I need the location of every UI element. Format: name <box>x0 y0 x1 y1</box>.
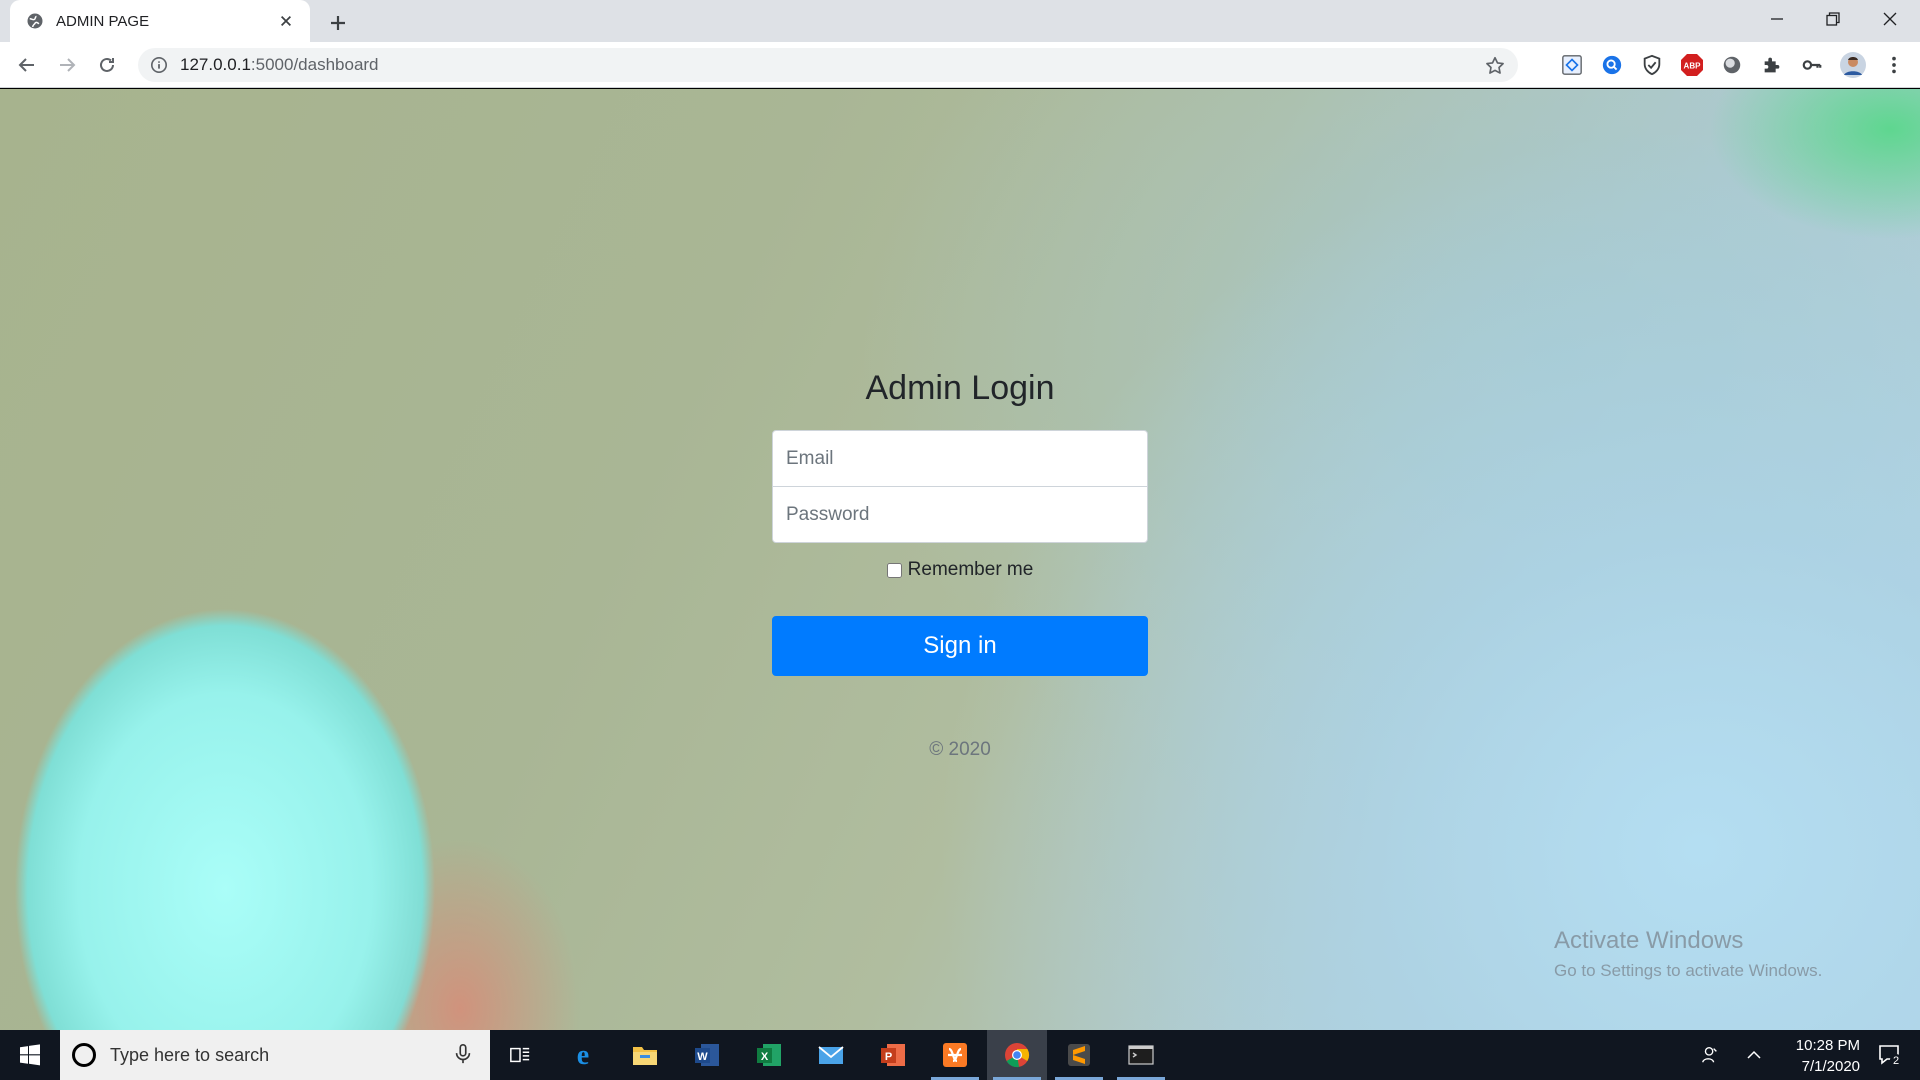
tab-title: ADMIN PAGE <box>56 12 150 30</box>
taskbar: Type here to search e W X P 10:28 PM 7/1… <box>0 1030 1920 1080</box>
browser-tab[interactable]: ADMIN PAGE <box>10 0 310 42</box>
people-icon[interactable] <box>1690 1030 1730 1080</box>
svg-text:X: X <box>761 1051 769 1063</box>
watermark-subtitle: Go to Settings to activate Windows. <box>1554 961 1823 980</box>
file-explorer-icon[interactable] <box>615 1030 675 1080</box>
bookmark-star-icon[interactable] <box>1484 55 1506 77</box>
svg-text:e: e <box>577 1041 589 1069</box>
circle-extension-icon[interactable] <box>1720 53 1744 77</box>
reload-icon[interactable] <box>91 49 123 81</box>
key-icon[interactable] <box>1800 53 1824 77</box>
chevron-up-icon[interactable] <box>1738 1030 1770 1080</box>
info-icon[interactable] <box>150 56 168 74</box>
terminal-icon[interactable] <box>1111 1030 1171 1080</box>
taskbar-search[interactable]: Type here to search <box>60 1030 490 1080</box>
windows-start-icon[interactable] <box>0 1030 60 1080</box>
sublime-icon[interactable] <box>1049 1030 1109 1080</box>
shield-extension-icon[interactable] <box>1640 53 1664 77</box>
url-path: :5000/dashboard <box>250 55 379 74</box>
url-host: 127.0.0.1 <box>180 55 251 74</box>
clock-time: 10:28 PM <box>1795 1037 1860 1054</box>
adblock-icon[interactable]: ABP <box>1680 53 1704 77</box>
edge-icon[interactable]: e <box>553 1030 613 1080</box>
cast-icon[interactable] <box>1560 53 1584 77</box>
email-field[interactable] <box>772 430 1148 487</box>
remember-me-checkbox[interactable] <box>886 562 902 578</box>
new-tab-icon[interactable] <box>324 9 352 37</box>
watermark-title: Activate Windows <box>1554 927 1744 954</box>
remember-me[interactable]: Remember me <box>772 559 1148 581</box>
word-icon[interactable]: W <box>677 1030 737 1080</box>
login-heading: Admin Login <box>865 369 1055 407</box>
minimize-icon[interactable] <box>1749 0 1805 38</box>
profile-avatar[interactable] <box>1840 52 1866 78</box>
url-text: 127.0.0.1:5000/dashboard <box>180 55 379 75</box>
taskbar-search-placeholder: Type here to search <box>110 1044 270 1065</box>
notification-count: 2 <box>1893 1055 1899 1067</box>
password-field[interactable] <box>772 486 1148 543</box>
notification-center-icon[interactable]: 2 <box>1866 1030 1914 1080</box>
browser-toolbar: 127.0.0.1:5000/dashboard ABP <box>0 42 1920 88</box>
task-view-icon[interactable] <box>490 1030 550 1080</box>
xampp-icon[interactable] <box>925 1030 985 1080</box>
address-bar[interactable]: 127.0.0.1:5000/dashboard <box>138 48 1518 82</box>
taskbar-clock[interactable]: 10:28 PM 7/1/2020 <box>1770 1035 1860 1077</box>
tab-strip: ADMIN PAGE <box>0 0 1920 42</box>
tab-close-icon[interactable] <box>276 11 296 31</box>
svg-text:P: P <box>885 1051 892 1063</box>
sign-in-button[interactable]: Sign in <box>772 616 1148 676</box>
svg-text:W: W <box>697 1051 708 1063</box>
mail-icon[interactable] <box>801 1030 861 1080</box>
powerpoint-icon[interactable]: P <box>863 1030 923 1080</box>
microphone-icon[interactable] <box>452 1043 476 1067</box>
cortana-icon <box>72 1043 96 1067</box>
excel-icon[interactable]: X <box>739 1030 799 1080</box>
close-window-icon[interactable] <box>1862 0 1918 38</box>
search-extension-icon[interactable] <box>1600 53 1624 77</box>
activate-windows-watermark: Activate Windows Go to Settings to activ… <box>1554 927 1822 981</box>
forward-arrow-icon[interactable] <box>51 49 83 81</box>
restore-icon[interactable] <box>1805 0 1861 38</box>
menu-dots-icon[interactable] <box>1882 53 1906 77</box>
puzzle-icon[interactable] <box>1760 53 1784 77</box>
svg-text:ABP: ABP <box>1684 62 1702 71</box>
page-viewport: Admin Login Remember me Sign in © 2020 A… <box>0 89 1920 1030</box>
remember-me-label: Remember me <box>907 559 1034 580</box>
globe-icon <box>26 12 44 30</box>
copyright-text: © 2020 <box>929 739 991 760</box>
back-arrow-icon[interactable] <box>11 49 43 81</box>
chrome-icon[interactable] <box>987 1030 1047 1080</box>
clock-date: 7/1/2020 <box>1801 1058 1860 1075</box>
